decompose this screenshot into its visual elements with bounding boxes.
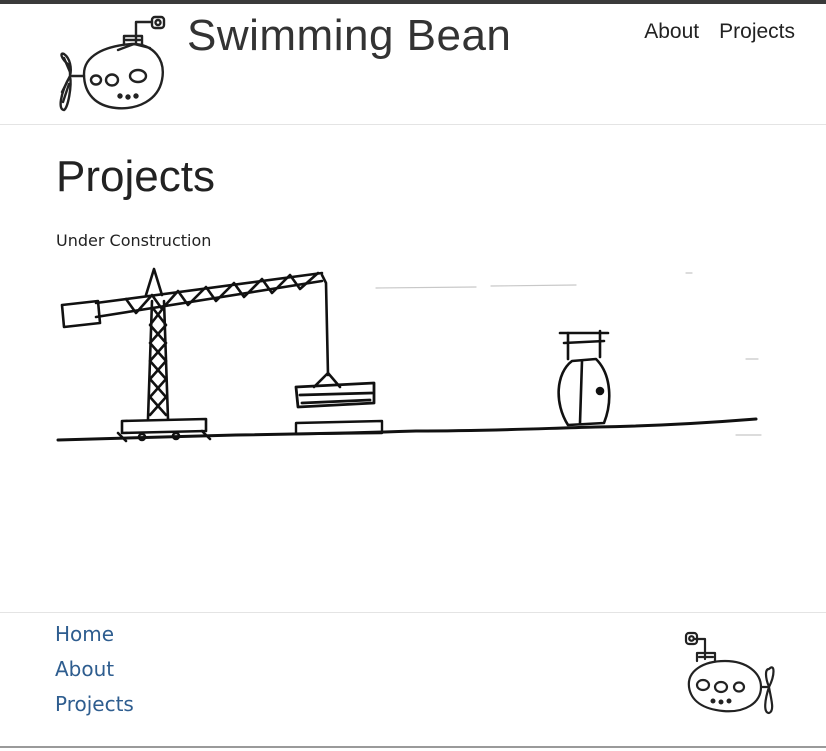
submarine-footer-icon xyxy=(684,631,775,715)
hanging-load xyxy=(294,381,376,409)
ground-line xyxy=(56,417,758,442)
submarine-logo-icon[interactable] xyxy=(54,14,168,114)
nav-link-about[interactable]: About xyxy=(644,20,699,44)
ship-sketch xyxy=(557,329,611,427)
crane-sketch xyxy=(60,267,342,443)
site-title[interactable]: Swimming Bean xyxy=(187,11,511,60)
footer-link-home[interactable]: Home xyxy=(55,621,134,647)
nav-link-projects[interactable]: Projects xyxy=(719,20,795,44)
footer-link-projects[interactable]: Projects xyxy=(55,691,134,717)
construction-illustration xyxy=(56,267,762,443)
site-header: Swimming Bean About Projects xyxy=(0,4,826,125)
site-footer: Home About Projects xyxy=(0,612,826,747)
page-title: Projects xyxy=(56,152,215,201)
header-nav: About Projects xyxy=(644,20,795,44)
footer-nav: Home About Projects xyxy=(55,621,134,717)
bottom-border xyxy=(0,746,826,748)
footer-link-about[interactable]: About xyxy=(55,656,134,682)
status-text: Under Construction xyxy=(56,231,212,250)
